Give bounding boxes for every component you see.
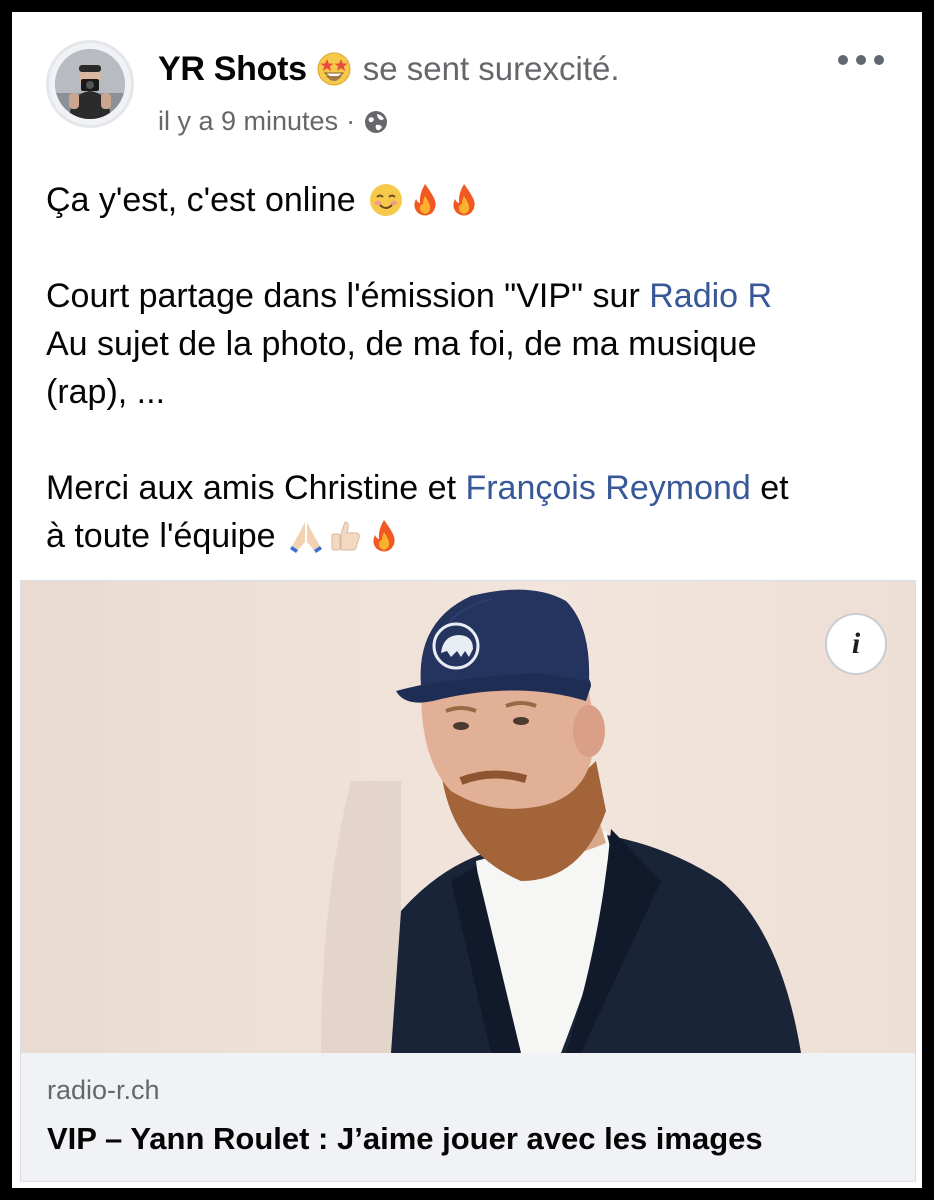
feeling-text: se sent surexcité.	[362, 50, 620, 87]
avatar-photo	[55, 49, 125, 119]
fire-emoji	[453, 184, 475, 216]
star-struck-emoji	[317, 52, 351, 86]
post-text-line4: (rap), ...	[46, 373, 166, 411]
man-in-cap-photo	[21, 581, 915, 1053]
link-preview[interactable]: i radio-r.ch VIP – Yann Roulet : J’aime …	[20, 580, 916, 1182]
link-title[interactable]: VIP – Yann Roulet : J’aime jouer avec le…	[47, 1121, 763, 1157]
dot-icon	[838, 55, 848, 65]
post-line: Ça y'est, c'est online	[46, 176, 896, 224]
post-text-line5-suffix: et	[750, 469, 789, 507]
smiling-blushing-emoji	[370, 184, 403, 216]
post-header: YR Shots se sent surexcité.	[158, 48, 620, 90]
more-options-button[interactable]	[838, 48, 884, 72]
post-line: (rap), ...	[46, 368, 896, 416]
timestamp[interactable]: il y a 9 minutes	[158, 106, 338, 137]
radio-r-link[interactable]: Radio R	[649, 277, 772, 315]
post-line: Court partage dans l'émission "VIP" sur …	[46, 272, 896, 320]
thumbs-up-emoji	[331, 521, 360, 551]
francois-reymond-link[interactable]: François Reymond	[465, 469, 750, 507]
author-name[interactable]: YR Shots	[158, 50, 307, 89]
preview-image[interactable]: i	[21, 581, 915, 1053]
meta-separator: ·	[346, 106, 356, 136]
link-domain: radio-r.ch	[47, 1075, 160, 1105]
post-card: YR Shots se sent surexcité. il y a 9 min…	[12, 12, 922, 1188]
post-text-line5: Merci aux amis Christine et	[46, 469, 466, 507]
fire-emoji	[373, 520, 395, 552]
post-text-line6: à toute l'équipe	[46, 517, 276, 555]
post-text-line2: Court partage dans l'émission "VIP" sur	[46, 277, 650, 315]
info-button[interactable]: i	[825, 613, 887, 675]
fire-emoji	[414, 184, 436, 216]
folded-hands-emoji	[290, 522, 323, 553]
dot-icon	[874, 55, 884, 65]
post-meta: il y a 9 minutes ·	[158, 106, 389, 137]
globe-icon[interactable]	[363, 109, 389, 135]
avatar[interactable]	[46, 40, 134, 128]
post-text-line3: Au sujet de la photo, de ma foi, de ma m…	[46, 325, 757, 363]
post-text-line1: Ça y'est, c'est online	[46, 181, 356, 219]
dot-icon	[856, 55, 866, 65]
post-body: Ça y'est, c'est online Court partage dan…	[46, 176, 896, 560]
post-line: Merci aux amis Christine et François Rey…	[46, 464, 896, 512]
post-line: Au sujet de la photo, de ma foi, de ma m…	[46, 320, 896, 368]
post-line: à toute l'équipe	[46, 512, 896, 560]
